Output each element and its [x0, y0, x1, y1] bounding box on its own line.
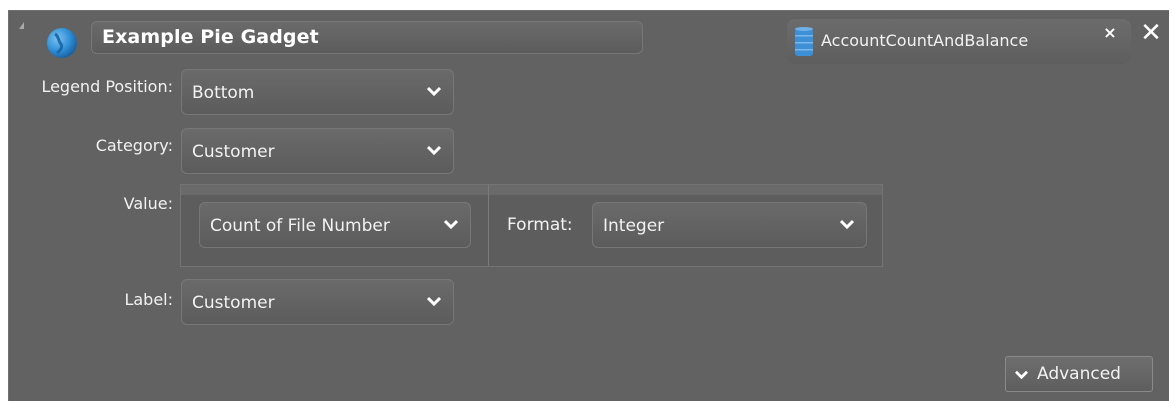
legend-position-label: Legend Position: [41, 77, 173, 96]
database-icon [794, 26, 814, 58]
format-select[interactable]: Integer [592, 202, 867, 248]
value-group: Count of File Number Format: Integer [180, 184, 883, 267]
label-label-wrap: Label: [9, 290, 173, 310]
value-group-divider [488, 185, 489, 266]
value-aggregate-select[interactable]: Count of File Number [199, 202, 471, 248]
value-group-header [181, 185, 882, 195]
chevron-down-icon [427, 145, 441, 156]
chevron-down-icon [427, 296, 441, 307]
advanced-label: Advanced [1037, 364, 1121, 384]
data-source-label: AccountCountAndBalance [821, 31, 1029, 50]
value-label: Value: [123, 194, 173, 213]
advanced-button[interactable]: Advanced [1005, 356, 1153, 392]
category-select[interactable]: Customer [181, 128, 454, 174]
label-label: Label: [124, 290, 173, 309]
legend-position-value: Bottom [192, 83, 255, 103]
format-label: Format: [507, 215, 573, 235]
label-select[interactable]: Customer [181, 279, 454, 325]
collapse-arrow-icon[interactable] [18, 21, 26, 31]
data-source-tag[interactable]: AccountCountAndBalance × [787, 19, 1131, 64]
category-label: Category: [95, 136, 173, 155]
label-value: Customer [192, 293, 275, 313]
remove-data-source-icon[interactable]: × [1102, 25, 1118, 41]
globe-icon [46, 26, 82, 62]
format-value: Integer [603, 216, 665, 236]
value-label-wrap: Value: [9, 194, 173, 214]
gadget-panel: Example Pie Gadget AccountCountAndBalanc… [8, 10, 1169, 401]
category-value: Customer [192, 142, 275, 162]
legend-position-select[interactable]: Bottom [181, 69, 454, 115]
chevron-down-icon [444, 219, 458, 230]
value-aggregate-value: Count of File Number [210, 216, 390, 236]
legend-position-label-wrap: Legend Position: [9, 77, 173, 97]
gadget-title-input[interactable]: Example Pie Gadget [91, 21, 643, 54]
chevron-down-icon [1015, 370, 1028, 380]
chevron-down-icon [427, 86, 441, 97]
close-panel-button[interactable]: ✕ [1140, 20, 1162, 46]
category-label-wrap: Category: [9, 136, 173, 156]
chevron-down-icon [840, 219, 854, 230]
